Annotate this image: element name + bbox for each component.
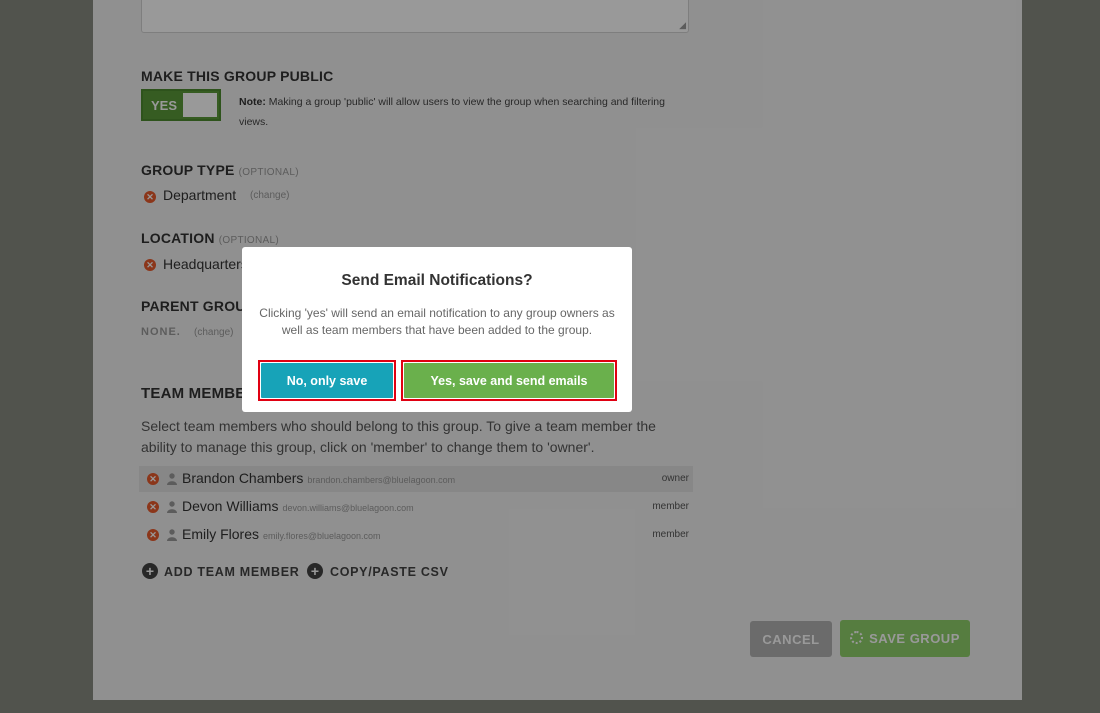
yes-save-send-button[interactable]: Yes, save and send emails [404,363,614,398]
email-notification-dialog: Send Email Notifications? Clicking 'yes'… [242,247,632,412]
dialog-message: Clicking 'yes' will send an email notifi… [259,306,615,337]
dialog-title: Send Email Notifications? [341,272,533,289]
no-button-highlight: No, only save [258,360,396,401]
no-only-save-button[interactable]: No, only save [261,363,393,398]
yes-button-highlight: Yes, save and send emails [401,360,617,401]
